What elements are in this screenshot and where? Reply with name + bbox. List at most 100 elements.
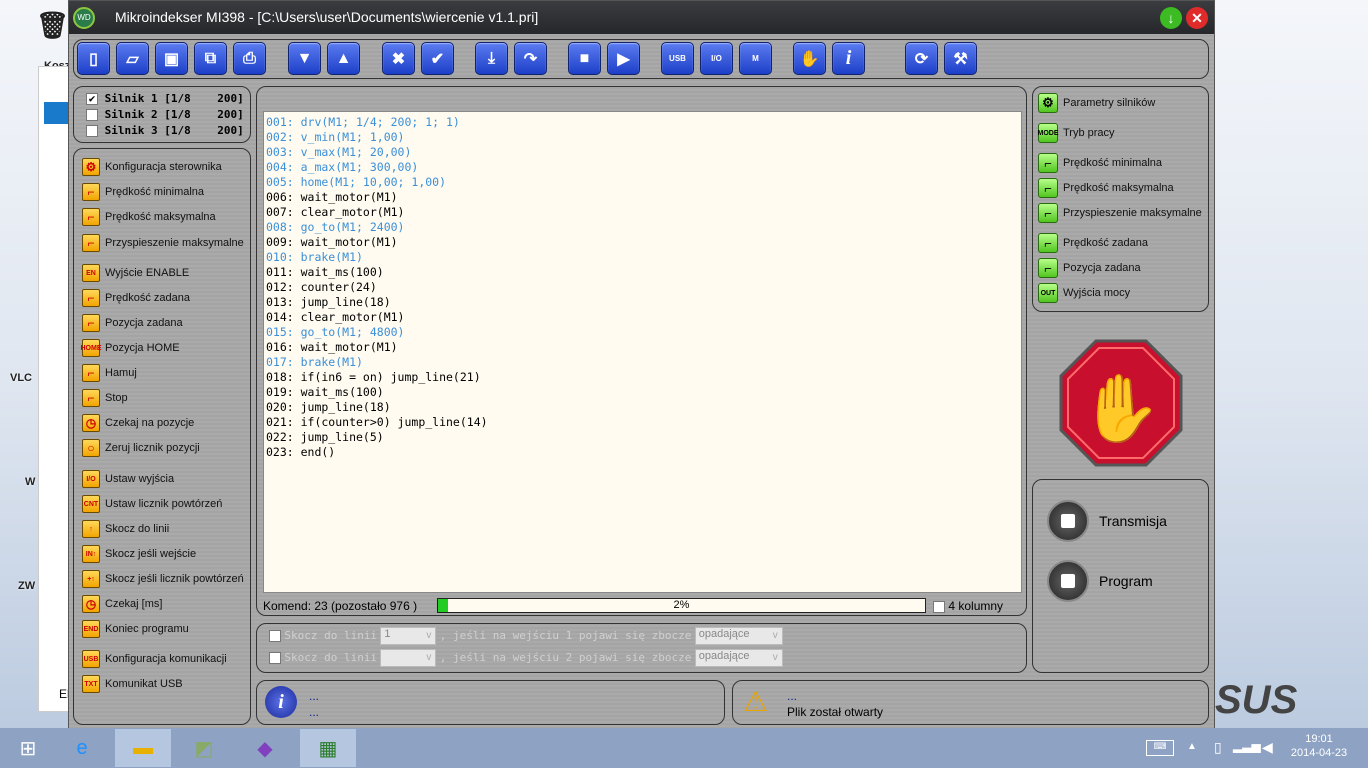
hand-button[interactable]: ✋ <box>793 42 826 75</box>
parameter-item[interactable]: ⌐ Przyspieszenie maksymalne <box>1038 203 1202 223</box>
app-icon[interactable]: ◩ <box>176 729 232 767</box>
program-indicator[interactable]: Program <box>1047 560 1153 602</box>
command-item[interactable]: +↑ Skocz jeśli licznik powtórzeń <box>82 569 244 589</box>
internet-explorer-icon[interactable]: e <box>54 729 110 767</box>
command-item[interactable]: CNT Ustaw licznik powtórzeń <box>82 494 222 514</box>
command-item[interactable]: USB Konfiguracja komunikacji <box>82 649 227 669</box>
code-line[interactable]: 009: wait_motor(M1) <box>266 235 1019 250</box>
parameter-item[interactable]: ⌐ Prędkość minimalna <box>1038 153 1162 173</box>
command-item[interactable]: ↑ Skocz do linii <box>82 519 169 539</box>
code-line[interactable]: 022: jump_line(5) <box>266 430 1019 445</box>
command-item[interactable]: IN↑ Skocz jeśli wejście <box>82 544 196 564</box>
jump-2-edge-select[interactable]: opadające <box>694 649 783 667</box>
code-line[interactable]: 017: brake(M1) <box>266 355 1019 370</box>
code-line[interactable]: 002: v_min(M1; 1,00) <box>266 130 1019 145</box>
motor-2[interactable]: Silnik 2 [1/8 200] <box>86 108 244 121</box>
command-item[interactable]: ⌐ Hamuj <box>82 363 137 383</box>
parameter-item[interactable]: ⌐ Pozycja zadana <box>1038 258 1141 278</box>
start-icon[interactable]: ⊞ <box>0 729 56 767</box>
code-editor[interactable]: 001: drv(M1; 1/4; 200; 1; 1) 002: v_min(M… <box>263 111 1022 593</box>
command-item[interactable]: ◷ Czekaj na pozycje <box>82 413 194 433</box>
command-item[interactable]: ⌐ Przyspieszenie maksymalne <box>82 233 244 253</box>
command-item[interactable]: ○ Zeruj licznik pozycji <box>82 438 200 458</box>
code-line[interactable]: 010: brake(M1) <box>266 250 1019 265</box>
app-icon[interactable]: ◆ <box>237 729 293 767</box>
program-button[interactable] <box>1047 560 1089 602</box>
save-all-button[interactable]: ⧉ <box>194 42 227 75</box>
parameter-item[interactable]: ⌐ Prędkość maksymalna <box>1038 178 1174 198</box>
open-button[interactable]: ▱ <box>116 42 149 75</box>
print-button[interactable]: ⎙ <box>233 42 266 75</box>
code-line[interactable]: 011: wait_ms(100) <box>266 265 1019 280</box>
new-file-button[interactable]: ▯ <box>77 42 110 75</box>
confirm-button[interactable]: ✔ <box>421 42 454 75</box>
emergency-stop-button[interactable]: ✋ <box>1059 339 1183 467</box>
code-line[interactable]: 004: a_max(M1; 300,00) <box>266 160 1019 175</box>
motor-1-checkbox[interactable]: ✔ <box>86 93 98 105</box>
usb-button[interactable]: USB <box>661 42 694 75</box>
motor-1[interactable]: ✔ Silnik 1 [1/8 200] <box>86 92 244 105</box>
desktop-icon-label[interactable]: VLC <box>10 372 32 384</box>
code-line[interactable]: 012: counter(24) <box>266 280 1019 295</box>
jump-1-line-select[interactable]: 1 <box>380 627 437 645</box>
jump-2-line-select[interactable] <box>380 649 437 667</box>
tools-button[interactable]: ⚒ <box>944 42 977 75</box>
parameter-item[interactable]: MODE Tryb pracy <box>1038 123 1115 143</box>
motor-button[interactable]: M <box>739 42 772 75</box>
code-line[interactable]: 021: if(counter>0) jump_line(14) <box>266 415 1019 430</box>
code-line[interactable]: 020: jump_line(18) <box>266 400 1019 415</box>
download-button[interactable]: ⤓ <box>475 42 508 75</box>
motor-3-checkbox[interactable] <box>86 125 98 137</box>
clock[interactable]: 19:01 2014-04-23 <box>1290 733 1348 759</box>
volume-icon[interactable]: ◀ <box>1262 739 1273 756</box>
command-item[interactable]: ◷ Czekaj [ms] <box>82 594 162 614</box>
parameter-item[interactable]: OUT Wyjścia mocy <box>1038 283 1130 303</box>
jump-2-checkbox[interactable] <box>269 652 281 664</box>
recycle-bin-icon[interactable]: 🗑 <box>36 10 69 41</box>
command-item[interactable]: ⚙ Konfiguracja sterownika <box>82 157 222 177</box>
command-item[interactable]: ⌐ Prędkość maksymalna <box>82 207 216 227</box>
move-up-button[interactable]: ▲ <box>327 42 360 75</box>
command-item[interactable]: ⌐ Pozycja zadana <box>82 313 183 333</box>
command-item[interactable]: I/O Ustaw wyjścia <box>82 469 174 489</box>
command-item[interactable]: ⌐ Prędkość minimalna <box>82 182 204 202</box>
four-columns-checkbox[interactable] <box>933 600 945 613</box>
battery-icon[interactable]: ▯ <box>1214 739 1222 756</box>
jump-1-edge-select[interactable]: opadające <box>694 627 783 645</box>
code-line[interactable]: 015: go_to(M1; 4800) <box>266 325 1019 340</box>
move-down-button[interactable]: ▼ <box>288 42 321 75</box>
keyboard-icon[interactable]: ⌨ <box>1146 740 1174 756</box>
code-line[interactable]: 008: go_to(M1; 2400) <box>266 220 1019 235</box>
command-item[interactable]: TXT Komunikat USB <box>82 674 183 694</box>
command-item[interactable]: ⌐ Prędkość zadana <box>82 288 190 308</box>
redo-button[interactable]: ↷ <box>514 42 547 75</box>
parameter-item[interactable]: ⚙ Parametry silników <box>1038 93 1155 113</box>
transmission-button[interactable] <box>1047 500 1089 542</box>
motor-3[interactable]: Silnik 3 [1/8 200] <box>86 124 244 137</box>
desktop-icon-label[interactable]: W <box>25 476 35 488</box>
close-icon[interactable]: ✕ <box>1186 7 1208 29</box>
jump-1-checkbox[interactable] <box>269 630 281 642</box>
stop-button[interactable]: ■ <box>568 42 601 75</box>
save-button[interactable]: ▣ <box>155 42 188 75</box>
motor-2-checkbox[interactable] <box>86 109 98 121</box>
code-line[interactable]: 019: wait_ms(100) <box>266 385 1019 400</box>
code-line[interactable]: 014: clear_motor(M1) <box>266 310 1019 325</box>
command-item[interactable]: EN Wyjście ENABLE <box>82 263 189 283</box>
command-item[interactable]: END Koniec programu <box>82 619 189 639</box>
code-line[interactable]: 003: v_max(M1; 20,00) <box>266 145 1019 160</box>
info-button[interactable]: i <box>832 42 865 75</box>
command-item[interactable]: ⌐ Stop <box>82 388 128 408</box>
transmission-indicator[interactable]: Transmisja <box>1047 500 1167 542</box>
show-hidden-icons[interactable]: ▲ <box>1187 741 1197 752</box>
code-line[interactable]: 023: end() <box>266 445 1019 460</box>
code-line[interactable]: 005: home(M1; 10,00; 1,00) <box>266 175 1019 190</box>
code-line[interactable]: 006: wait_motor(M1) <box>266 190 1019 205</box>
network-icon[interactable]: ▂▃▅ <box>1233 739 1261 753</box>
command-item[interactable]: HOME Pozycja HOME <box>81 338 180 358</box>
desktop-icon-label[interactable]: ZW <box>18 580 35 592</box>
code-line[interactable]: 001: drv(M1; 1/4; 200; 1; 1) <box>266 115 1019 130</box>
parameter-item[interactable]: ⌐ Prędkość zadana <box>1038 233 1148 253</box>
code-line[interactable]: 016: wait_motor(M1) <box>266 340 1019 355</box>
io-button[interactable]: I/O <box>700 42 733 75</box>
